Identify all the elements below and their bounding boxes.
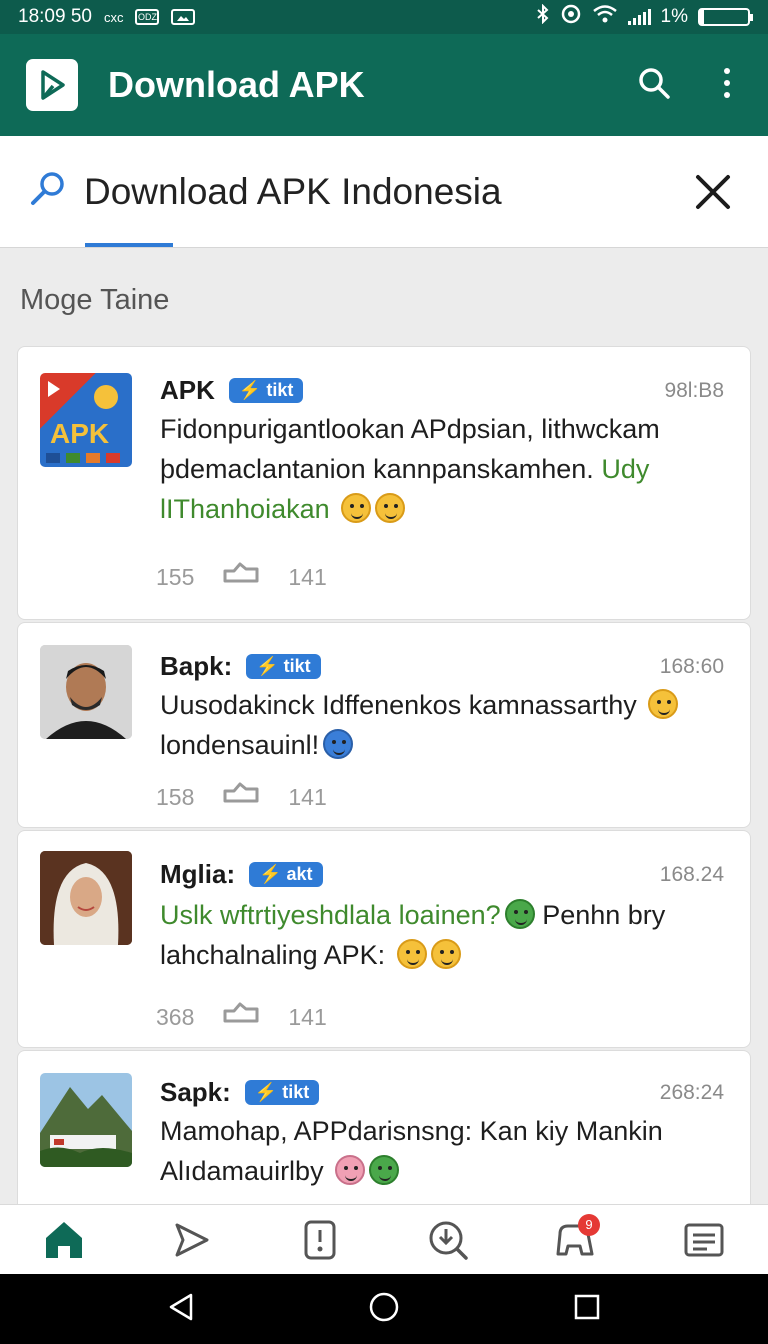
nav-notes-icon[interactable] [674,1212,734,1268]
green-emoji-icon [504,899,535,929]
post-author: Mglia: [160,859,236,889]
share-icon[interactable] [222,561,260,593]
hands-emoji-icon [375,493,406,523]
man-avatar [40,645,132,739]
tongue-emoji-icon [648,689,679,719]
nav-games-icon[interactable]: 9 [546,1212,606,1268]
post-card[interactable]: Sapk: ⚡ tikt 268:24 Mamohap, APPdarisnsng… [17,1050,751,1210]
dnd-icon [560,3,582,31]
post-body: Fidonpurigantlookan APdpsian, lithwckam … [160,414,660,524]
post-body: Uusodakinck Idffenenkos kamnassarthy lon… [160,685,680,765]
app-bar: Download APK [0,34,768,136]
landscape-avatar [40,1073,132,1167]
bottom-nav: 9 [0,1204,768,1274]
search-input[interactable]: Download APK Indonesia [84,171,502,213]
laughing-emoji-icon [341,493,372,523]
post-card[interactable]: APK APK ⚡ tikt 98l:B8 Fidonpurigantlookan… [17,346,751,620]
wifi-icon [592,4,618,30]
woman-avatar [40,851,132,945]
search-tab-indicator [85,243,173,247]
image-icon [171,9,196,25]
signal-icon [627,9,651,25]
nav-download-icon[interactable] [418,1212,478,1268]
verified-badge: ⚡ tikt [246,654,321,679]
share-icon[interactable] [222,1001,260,1033]
post-card[interactable]: Bapk: ⚡ tikt 168:60 Uusodakinck Idffenenk… [17,622,751,828]
back-icon[interactable] [167,1292,195,1327]
smile-emoji-icon [396,939,427,969]
status-carrier: cxc [103,9,124,25]
post-card[interactable]: Mglia: ⚡ akt 168.24 Uslk wftrtiyeshdlala … [17,830,751,1048]
status-mini-icon: ODZ [135,9,160,25]
pink-emoji-icon [335,1155,366,1185]
likes-count: 155 [156,563,195,590]
shares-count: 141 [288,1003,327,1030]
post-author: APK [160,375,215,405]
post-time: 98l:B8 [664,379,724,402]
post-author: Bapk: [160,651,233,681]
verified-badge: ⚡ tikt [244,1080,320,1105]
globe-emoji-icon [323,729,354,759]
bluetooth-icon [536,3,550,30]
recents-icon[interactable] [573,1293,601,1326]
play-logo-icon[interactable] [26,59,78,111]
nav-phone-icon[interactable] [290,1212,350,1268]
system-nav [0,1274,768,1344]
likes-count: 368 [156,1003,195,1030]
green-emoji-icon [369,1155,400,1185]
post-time: 268:24 [659,1081,724,1104]
post-body: Uslk wftrtiyeshdlala loainen? Penhn bry … [160,899,666,970]
apk-logo-text: APK [50,418,109,449]
status-bar: 18:09 50 cxc ODZ 1% [0,0,768,34]
status-time: 18:09 50 [18,6,92,27]
shares-count: 141 [288,783,327,810]
post-author: Sapk: [160,1077,231,1107]
search-bar[interactable]: Download APK Indonesia [0,136,768,248]
verified-badge: ⚡ akt [249,862,323,887]
apk-app-avatar: APK [40,373,132,467]
app-title: Download APK [108,64,365,105]
battery-icon [698,8,753,26]
notification-badge: 9 [578,1213,600,1236]
search-field-icon [28,169,68,214]
verified-badge: ⚡ tikt [228,378,304,403]
post-time: 168:60 [659,655,724,678]
shares-count: 141 [288,563,327,590]
share-icon[interactable] [222,781,260,813]
section-title: Moge Taine [20,284,170,316]
more-vert-icon[interactable] [722,67,732,104]
search-icon[interactable] [636,65,672,106]
battery-text: 1% [660,6,688,27]
nav-send-icon[interactable] [162,1212,222,1268]
post-body: Mamohap, APPdarisnsng: Kan kiy Mankin Al… [160,1116,663,1186]
likes-count: 158 [156,783,195,810]
nav-home-icon[interactable] [34,1212,94,1268]
home-circle-icon[interactable] [368,1291,400,1328]
post-time: 168.24 [659,863,724,886]
close-icon[interactable] [694,173,740,211]
grin-emoji-icon [430,939,461,969]
